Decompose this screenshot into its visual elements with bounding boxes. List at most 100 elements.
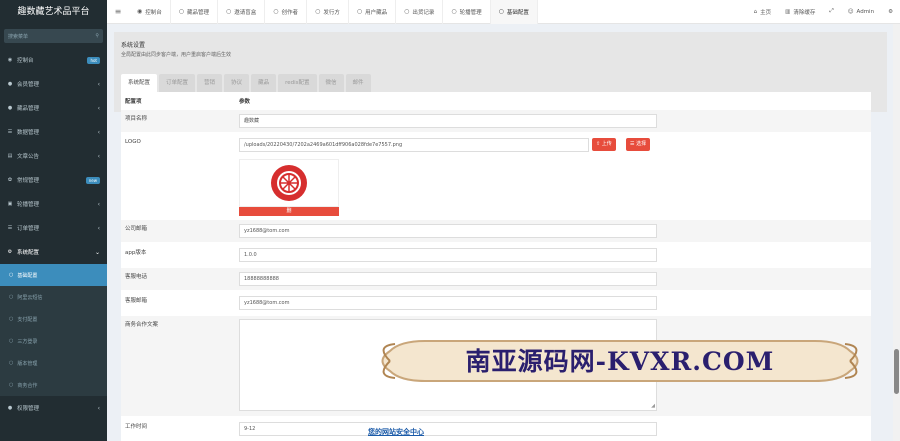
tab-redis-config[interactable]: redis配置 xyxy=(278,74,317,92)
tab-wechat[interactable]: 微信 xyxy=(318,74,344,92)
clear-cache-label: 清除缓存 xyxy=(793,9,816,16)
topbar-right: ⌂ 主页 ▥ 清除缓存 ⤢ ☺ Admin ⚙ xyxy=(747,0,900,24)
tab-collection[interactable]: 藏品 xyxy=(251,74,277,92)
sidebar-item-general[interactable]: ✿ 常规管理 new xyxy=(0,168,107,192)
tab-shipments[interactable]: ○ 出货记录 xyxy=(396,0,444,24)
service-email-input[interactable]: yz1688@tom.com xyxy=(239,296,657,310)
tab-creators[interactable]: ○ 创作者 xyxy=(265,0,308,24)
upload-label: 上传 xyxy=(601,141,612,147)
trash-icon: ▥ xyxy=(785,8,791,15)
tab-mail[interactable]: 邮件 xyxy=(345,74,371,92)
circle-icon: ○ xyxy=(9,316,14,322)
tab-label: 发行方 xyxy=(323,9,340,16)
chevron-down-icon: ⌄ xyxy=(94,248,100,256)
circle-icon: ○ xyxy=(498,8,504,15)
app-title: 趣数藏艺术品平台 xyxy=(0,0,107,24)
logo-image xyxy=(271,165,307,201)
sidebar-item-system-config[interactable]: ⚙ 系统配置 ⌄ xyxy=(0,240,107,264)
tab-dashboard[interactable]: ◉ 控制台 xyxy=(129,0,171,24)
sidebar-subitem-basic-config[interactable]: ○ 基础配置 xyxy=(0,264,107,286)
company-email-input[interactable]: yz1688@tom.com xyxy=(239,224,657,238)
form-header-row: 配置项 参数 xyxy=(121,92,871,108)
gear-icon: ⚙ xyxy=(7,249,13,255)
choose-button[interactable]: ☰ 选择 xyxy=(626,138,651,151)
sidebar-item-permissions[interactable]: ● 权限管理 ‹ xyxy=(0,396,107,420)
sidebar-item-label: 系统配置 xyxy=(17,250,40,256)
scrollbar-thumb[interactable] xyxy=(894,349,899,394)
fullscreen-button[interactable]: ⤢ xyxy=(822,8,840,15)
tab-user-collections[interactable]: ○ 用户藏品 xyxy=(349,0,397,24)
sidebar-subitem-versions[interactable]: ○ 版本管理 xyxy=(0,352,107,374)
group-icon: ● xyxy=(7,405,13,411)
form-row: 客服电话 18888888888 xyxy=(121,268,871,290)
service-phone-input[interactable]: 18888888888 xyxy=(239,272,657,286)
menu-toggle-icon[interactable]: ≡ xyxy=(107,7,129,16)
image-icon: ▣ xyxy=(7,201,13,207)
field-label: 工作时间 xyxy=(125,424,148,430)
tab-banners[interactable]: ○ 轮播管理 xyxy=(443,0,491,24)
gears-icon: ⚙ xyxy=(888,8,893,15)
chevron-left-icon: ‹ xyxy=(97,224,100,232)
sidebar-item-label: 藏品管理 xyxy=(17,106,40,112)
tab-label: 控制台 xyxy=(145,9,162,16)
form-row: 公司邮箱 yz1688@tom.com xyxy=(121,220,871,242)
sidebar-search-input[interactable]: 搜索菜单 ⚲ xyxy=(4,29,103,43)
field-label: 客服邮箱 xyxy=(125,298,148,304)
choose-label: 选择 xyxy=(636,141,647,147)
tab-collections[interactable]: ○ 藏品管理 xyxy=(171,0,219,24)
sidebar-item-orders[interactable]: ☰ 订单管理 ‹ xyxy=(0,216,107,240)
scrollbar[interactable] xyxy=(893,24,900,441)
tab-blindbox[interactable]: ○ 邀请盲盒 xyxy=(218,0,266,24)
tab-marketing[interactable]: 营销 xyxy=(197,74,223,92)
work-hours-input[interactable]: 9-12 xyxy=(239,422,657,436)
tab-label: 轮播管理 xyxy=(459,9,482,16)
sidebar-subitem-payment[interactable]: ○ 支付配置 xyxy=(0,308,107,330)
sidebar-item-collections[interactable]: ● 藏品管理 ‹ xyxy=(0,96,107,120)
home-label: 主页 xyxy=(760,9,772,16)
tab-order-config[interactable]: 订单配置 xyxy=(159,74,196,92)
hot-badge: hot xyxy=(87,56,100,64)
resize-handle-icon[interactable]: ◢ xyxy=(651,403,655,409)
sidebar-item-data[interactable]: ☰ 数据管理 ‹ xyxy=(0,120,107,144)
top-navbar: ≡ ◉ 控制台 ○ 藏品管理 ○ 邀请盲盒 ○ 创作者 ○ 发行方 ○ 用户藏品 ○ 出货记录… xyxy=(107,0,900,24)
sidebar-item-banners[interactable]: ▣ 轮播管理 ‹ xyxy=(0,192,107,216)
tab-issuers[interactable]: ○ 发行方 xyxy=(307,0,349,24)
home-link[interactable]: ⌂ 主页 xyxy=(747,8,779,16)
chevron-left-icon: ‹ xyxy=(97,404,100,412)
sidebar-subitem-business[interactable]: ○ 商务合作 xyxy=(0,374,107,396)
tab-system-config[interactable]: 系统配置 xyxy=(121,74,158,92)
sidebar-item-dashboard[interactable]: ◉ 控制台 hot xyxy=(0,48,107,72)
delete-logo-button[interactable]: 删 xyxy=(239,207,339,216)
sidebar-item-label: 轮播管理 xyxy=(17,202,40,208)
chevron-left-icon: ‹ xyxy=(97,128,100,136)
sidebar-subitem-third-login[interactable]: ○ 三方登录 xyxy=(0,330,107,352)
user-menu[interactable]: ☺ Admin xyxy=(841,9,881,15)
tab-basic-config[interactable]: ○ 基础配置 xyxy=(490,0,538,24)
app-version-input[interactable]: 1.0.0 xyxy=(239,248,657,262)
upload-button[interactable]: ⇧ 上传 xyxy=(592,138,616,151)
box-icon: ● xyxy=(7,105,13,111)
logo-path-input[interactable]: /uploads/20220430/7202a2469a601dff906a02… xyxy=(239,138,589,152)
circle-icon: ○ xyxy=(226,8,232,15)
users-icon: ● xyxy=(7,81,13,87)
sidebar-item-articles[interactable]: ▤ 文章公告 ‹ xyxy=(0,144,107,168)
tab-label: 藏品管理 xyxy=(187,9,210,16)
sidebar-subitem-aliyun-sms[interactable]: ○ 阿里云短信 xyxy=(0,286,107,308)
clear-cache-button[interactable]: ▥ 清除缓存 xyxy=(778,8,822,16)
tab-agreement[interactable]: 协议 xyxy=(224,74,250,92)
field-label: LOGO xyxy=(125,139,141,145)
dashboard-icon: ◉ xyxy=(7,57,13,63)
sidebar-item-members[interactable]: ● 会员管理 ‹ xyxy=(0,72,107,96)
user-name: Admin xyxy=(856,8,875,15)
page-title: 系统设置 xyxy=(121,42,146,49)
chevron-left-icon: ‹ xyxy=(97,80,100,88)
sidebar-item-label: 常规管理 xyxy=(17,178,40,184)
sidebar-subitem-label: 三方登录 xyxy=(17,338,38,345)
sidebar-subitem-label: 商务合作 xyxy=(17,382,38,389)
watermark-caption: 您的网站安全中心 xyxy=(368,428,424,436)
project-name-input[interactable]: 趣数藏 xyxy=(239,114,657,128)
config-form: 配置项 参数 项目名称 趣数藏 LOGO /uploads/20220430/7… xyxy=(121,92,871,441)
settings-button[interactable]: ⚙ xyxy=(881,9,900,15)
circle-icon: ○ xyxy=(9,272,14,278)
form-row: 客服邮箱 yz1688@tom.com xyxy=(121,292,871,314)
